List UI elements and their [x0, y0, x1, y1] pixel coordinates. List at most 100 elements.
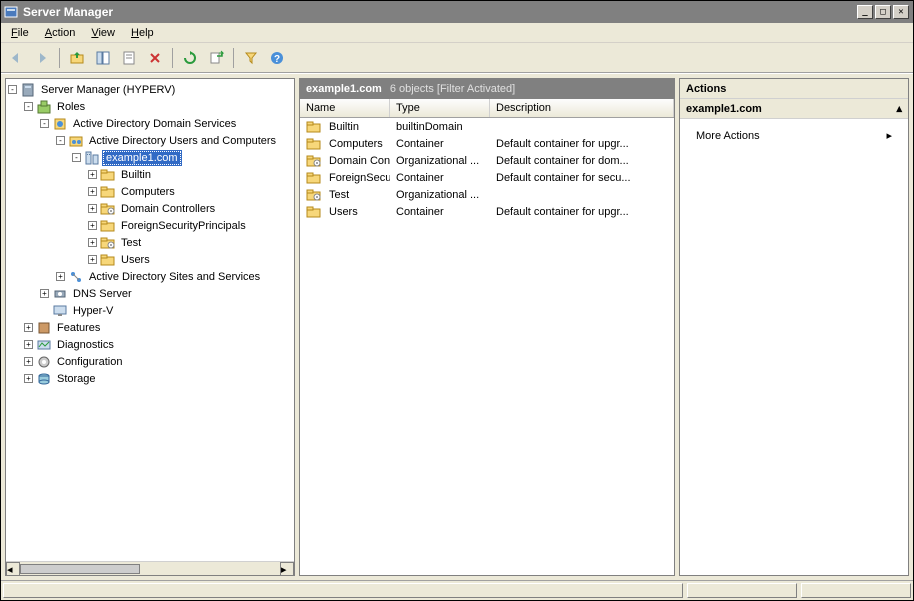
tree-pane: -Server Manager (HYPERV)-Roles-Active Di… — [5, 78, 295, 576]
expand-icon[interactable]: + — [88, 187, 97, 196]
tree-node-label: Features — [55, 322, 102, 334]
refresh-button[interactable] — [179, 47, 201, 69]
tree-node[interactable]: +Configuration — [8, 353, 292, 370]
export-button[interactable] — [205, 47, 227, 69]
hyperv-icon — [52, 303, 68, 319]
forward-button[interactable] — [31, 47, 53, 69]
status-3 — [801, 583, 911, 598]
maximize-button[interactable]: □ — [875, 5, 891, 19]
config-icon — [36, 354, 52, 370]
dns-icon — [52, 286, 68, 302]
tree-node[interactable]: + Features — [8, 319, 292, 336]
tree-node[interactable]: +Users — [8, 251, 292, 268]
tree-node-label: DNS Server — [71, 288, 134, 300]
list-row[interactable]: Test Organizational ... — [300, 186, 674, 203]
expand-icon[interactable]: + — [24, 340, 33, 349]
domain-icon — [84, 150, 100, 166]
properties-button[interactable] — [118, 47, 140, 69]
tree-node-label: Diagnostics — [55, 339, 116, 351]
list-row[interactable]: ComputersContainerDefault container for … — [300, 135, 674, 152]
expand-icon[interactable]: + — [24, 374, 33, 383]
tree-node[interactable]: +Active Directory Sites and Services — [8, 268, 292, 285]
tree-node[interactable]: -Roles — [8, 98, 292, 115]
tree-node[interactable]: +Test — [8, 234, 292, 251]
collapse-icon[interactable]: - — [24, 102, 33, 111]
collapse-icon[interactable]: - — [8, 85, 17, 94]
status-main — [3, 583, 683, 598]
folder-icon — [306, 204, 322, 220]
expand-icon[interactable]: + — [88, 255, 97, 264]
expand-icon[interactable]: + — [40, 289, 49, 298]
collapse-icon[interactable]: - — [72, 153, 81, 162]
menu-file[interactable]: File — [5, 25, 35, 41]
tree-node[interactable]: + Computers — [8, 183, 292, 200]
scroll-left-icon[interactable]: ◂ — [6, 562, 20, 576]
features-icon — [36, 320, 52, 336]
minimize-button[interactable]: _ — [857, 5, 873, 19]
expand-icon[interactable]: + — [88, 238, 97, 247]
expand-icon[interactable]: + — [88, 170, 97, 179]
scroll-thumb[interactable] — [20, 564, 140, 574]
tree-node[interactable]: -Server Manager (HYPERV) — [8, 81, 292, 98]
folder-icon — [100, 218, 116, 234]
tree-node[interactable]: +Builtin — [8, 166, 292, 183]
window-buttons: _ □ ✕ — [857, 5, 909, 19]
server-icon — [20, 82, 36, 98]
actions-subheader[interactable]: example1.com ▴ — [680, 99, 908, 119]
window-title: Server Manager — [23, 5, 857, 19]
menu-action[interactable]: Action — [39, 25, 82, 41]
list-row[interactable]: BuiltinbuiltinDomain — [300, 118, 674, 135]
tree-node[interactable]: Hyper-V — [8, 302, 292, 319]
list-row[interactable]: ForeignSecur...ContainerDefault containe… — [300, 169, 674, 186]
tree-node-label: Storage — [55, 373, 98, 385]
tree-node[interactable]: + Diagnostics — [8, 336, 292, 353]
expand-icon[interactable]: + — [56, 272, 65, 281]
tree-node-label: Computers — [119, 186, 177, 198]
menu-help[interactable]: Help — [125, 25, 160, 41]
help-button[interactable]: ? — [266, 47, 288, 69]
storage-icon — [36, 371, 52, 387]
up-button[interactable] — [66, 47, 88, 69]
column-name[interactable]: Name — [300, 99, 390, 117]
list-body[interactable]: BuiltinbuiltinDomainComputersContainerDe… — [300, 118, 674, 575]
scroll-right-icon[interactable]: ▸ — [280, 562, 294, 576]
back-button[interactable] — [5, 47, 27, 69]
close-button[interactable]: ✕ — [893, 5, 909, 19]
list-row[interactable]: Domain Cont...Organizational ...Default … — [300, 152, 674, 169]
tree-horizontal-scrollbar[interactable]: ◂ ▸ — [6, 561, 294, 575]
list-row[interactable]: UsersContainerDefault container for upgr… — [300, 203, 674, 220]
tree-node[interactable]: +ForeignSecurityPrincipals — [8, 217, 292, 234]
expand-icon[interactable]: + — [88, 221, 97, 230]
column-description[interactable]: Description — [490, 99, 674, 117]
folder-icon — [100, 167, 116, 183]
delete-button[interactable] — [144, 47, 166, 69]
tree-node[interactable]: + Domain Controllers — [8, 200, 292, 217]
menu-view[interactable]: View — [85, 25, 121, 41]
tree-node[interactable]: + DNS Server — [8, 285, 292, 302]
expand-icon[interactable]: + — [88, 204, 97, 213]
column-type[interactable]: Type — [390, 99, 490, 117]
cell-type: Organizational ... — [390, 189, 490, 201]
collapse-icon[interactable]: - — [40, 119, 49, 128]
cell-name: Test — [329, 189, 349, 201]
tree-node[interactable]: -Active Directory Users and Computers — [8, 132, 292, 149]
expand-icon[interactable]: + — [24, 357, 33, 366]
column-headers: Name Type Description — [300, 99, 674, 118]
tree[interactable]: -Server Manager (HYPERV)-Roles-Active Di… — [6, 79, 294, 561]
filter-button[interactable] — [240, 47, 262, 69]
tree-node-label: Domain Controllers — [119, 203, 217, 215]
tree-node-label: Hyper-V — [71, 305, 115, 317]
action-label: More Actions — [696, 130, 760, 142]
tree-node[interactable]: + Storage — [8, 370, 292, 387]
expand-icon[interactable]: + — [24, 323, 33, 332]
tree-node[interactable]: -example1.com — [8, 149, 292, 166]
show-hide-tree-button[interactable] — [92, 47, 114, 69]
ou-icon — [100, 201, 116, 217]
chevron-right-icon: ▸ — [886, 129, 892, 142]
body: -Server Manager (HYPERV)-Roles-Active Di… — [1, 73, 913, 580]
folder-icon — [306, 170, 322, 186]
action-more-actions[interactable]: More Actions ▸ — [686, 125, 902, 146]
tree-node[interactable]: -Active Directory Domain Services — [8, 115, 292, 132]
collapse-icon[interactable]: ▴ — [896, 102, 902, 115]
collapse-icon[interactable]: - — [56, 136, 65, 145]
